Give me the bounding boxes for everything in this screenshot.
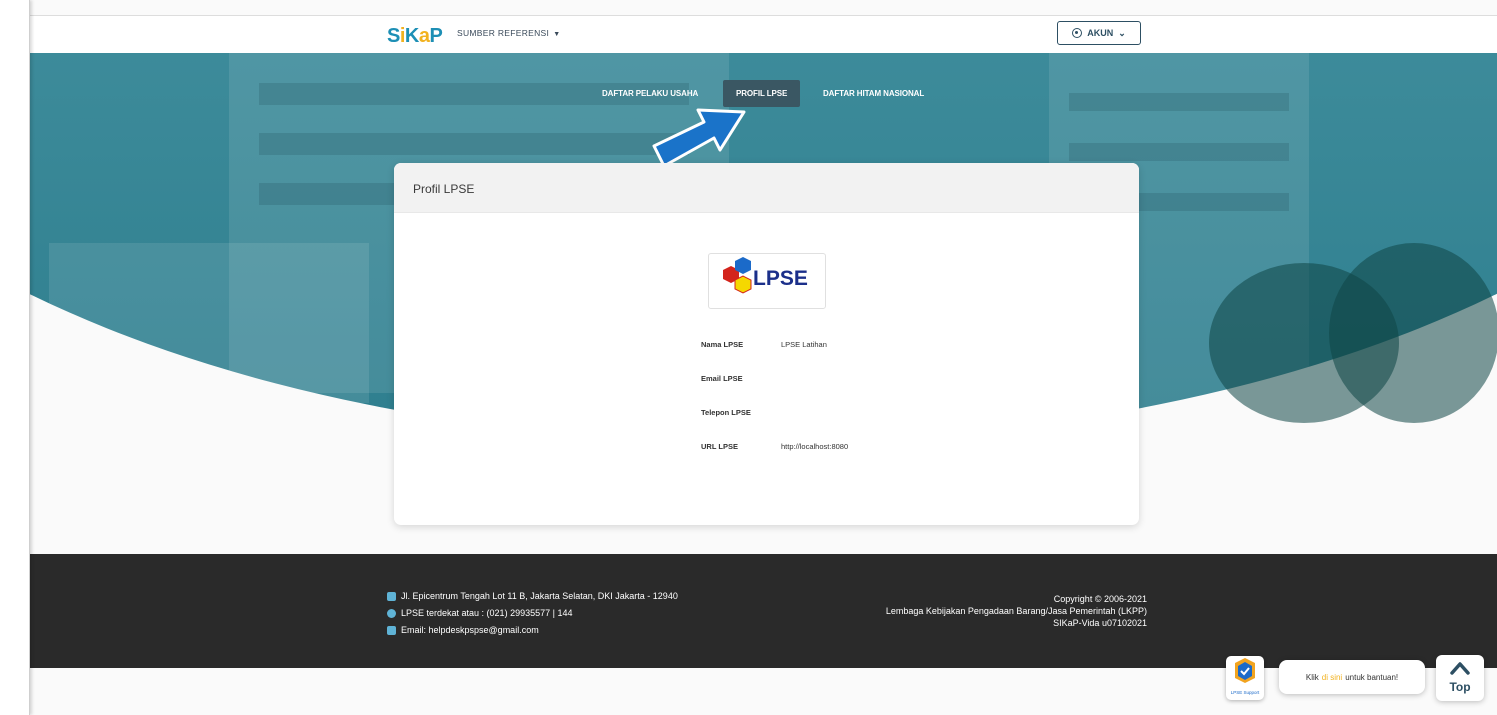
help-prefix: Klik [1305, 672, 1319, 682]
logo-letter: a [418, 25, 430, 47]
building-silhouette [49, 243, 369, 403]
scroll-top-label: Top [1449, 680, 1471, 694]
email-icon [387, 626, 396, 635]
page-tabs: DAFTAR PELAKU USAHA PROFIL LPSE DAFTAR H… [0, 80, 1497, 107]
card-header: Profil LPSE [394, 163, 1139, 213]
page-footer: Jl. Epicentrum Tengah Lot 11 B, Jakarta … [29, 554, 1497, 668]
top-navbar: SiKaP SUMBER REFERENSI ▼ AKUN ⌄ [29, 15, 1497, 54]
account-label: AKUN [1087, 28, 1114, 38]
chevron-down-icon: ⌄ [1118, 27, 1126, 38]
footer-contact: Jl. Epicentrum Tengah Lot 11 B, Jakarta … [387, 588, 678, 639]
field-label: Email LPSE [701, 374, 743, 383]
sikap-logo[interactable]: SiKaP [387, 25, 443, 48]
lpse-support-icon: LPSE Support [1231, 658, 1260, 695]
footer-address-text: Jl. Epicentrum Tengah Lot 11 B, Jakarta … [401, 591, 678, 601]
version-text: SIKaP-Vida u07102021 [1053, 618, 1147, 628]
logo-letter: K [404, 25, 419, 47]
organization-text: Lembaga Kebijakan Pengadaan Barang/Jasa … [885, 606, 1147, 616]
tree-silhouette [1329, 243, 1497, 423]
building-window-band [1069, 143, 1289, 161]
building-window-band [259, 133, 689, 155]
lpse-logo-text: LPSE [753, 267, 808, 290]
account-button[interactable]: AKUN ⌄ [1057, 21, 1141, 45]
footer-phone-text: LPSE terdekat atau : (021) 29935577 | 14… [401, 608, 573, 618]
lpse-logo: LPSE [708, 253, 826, 309]
sumber-referensi-dropdown[interactable]: SUMBER REFERENSI ▼ [457, 28, 560, 38]
help-link[interactable]: di sini [1322, 673, 1342, 682]
tab-daftar-hitam-nasional[interactable]: DAFTAR HITAM NASIONAL [823, 80, 924, 107]
footer-copyright: Copyright © 2006-2021 Lembaga Kebijakan … [886, 593, 1147, 629]
logo-letter: P [429, 25, 443, 47]
lpse-support-button[interactable]: LPSE Support [1226, 656, 1264, 700]
copyright-text: Copyright © 2006-2021 [1053, 594, 1147, 604]
card-title: Profil LPSE [413, 182, 475, 196]
caret-down-icon: ▼ [553, 31, 561, 38]
user-circle-icon [1072, 28, 1083, 38]
help-suffix: untuk bantuan! [1345, 672, 1399, 682]
field-label: Nama LPSE [701, 340, 744, 349]
chevron-up-icon [1450, 662, 1470, 675]
logo-letter: S [387, 25, 400, 47]
profil-lpse-card: Profil LPSE LPSE Nama LPSE LPSE Latihan … [394, 163, 1139, 525]
window-left-edge [0, 0, 30, 715]
footer-email-text[interactable]: Email: helpdeskpspse@gmail.com [401, 622, 539, 639]
field-value[interactable]: http://localhost:8080 [781, 442, 848, 451]
tab-profil-lpse[interactable]: PROFIL LPSE [723, 80, 801, 107]
tab-daftar-pelaku-usaha[interactable]: DAFTAR PELAKU USAHA [602, 80, 698, 107]
field-label: URL LPSE [701, 442, 738, 451]
field-value: LPSE Latihan [781, 340, 827, 349]
building-icon [387, 592, 396, 601]
lpse-support-caption: LPSE Support [1231, 690, 1260, 695]
scroll-top-button[interactable]: Top [1436, 655, 1484, 701]
field-label: Telepon LPSE [701, 408, 751, 417]
footer-phone: LPSE terdekat atau : (021) 29935577 | 14… [387, 605, 678, 622]
phone-icon [387, 609, 396, 618]
footer-email: Email: helpdeskpspse@gmail.com [387, 622, 678, 639]
footer-address: Jl. Epicentrum Tengah Lot 11 B, Jakarta … [387, 588, 678, 605]
help-bubble[interactable]: Klik di sini untuk bantuan! [1279, 660, 1425, 694]
browser-frame: SiKaP SUMBER REFERENSI ▼ AKUN ⌄ DAFTAR PE… [0, 0, 1497, 715]
lpse-hexagon-logo-icon: LPSE [723, 257, 808, 294]
sumber-referensi-label: SUMBER REFERENSI [457, 28, 550, 38]
